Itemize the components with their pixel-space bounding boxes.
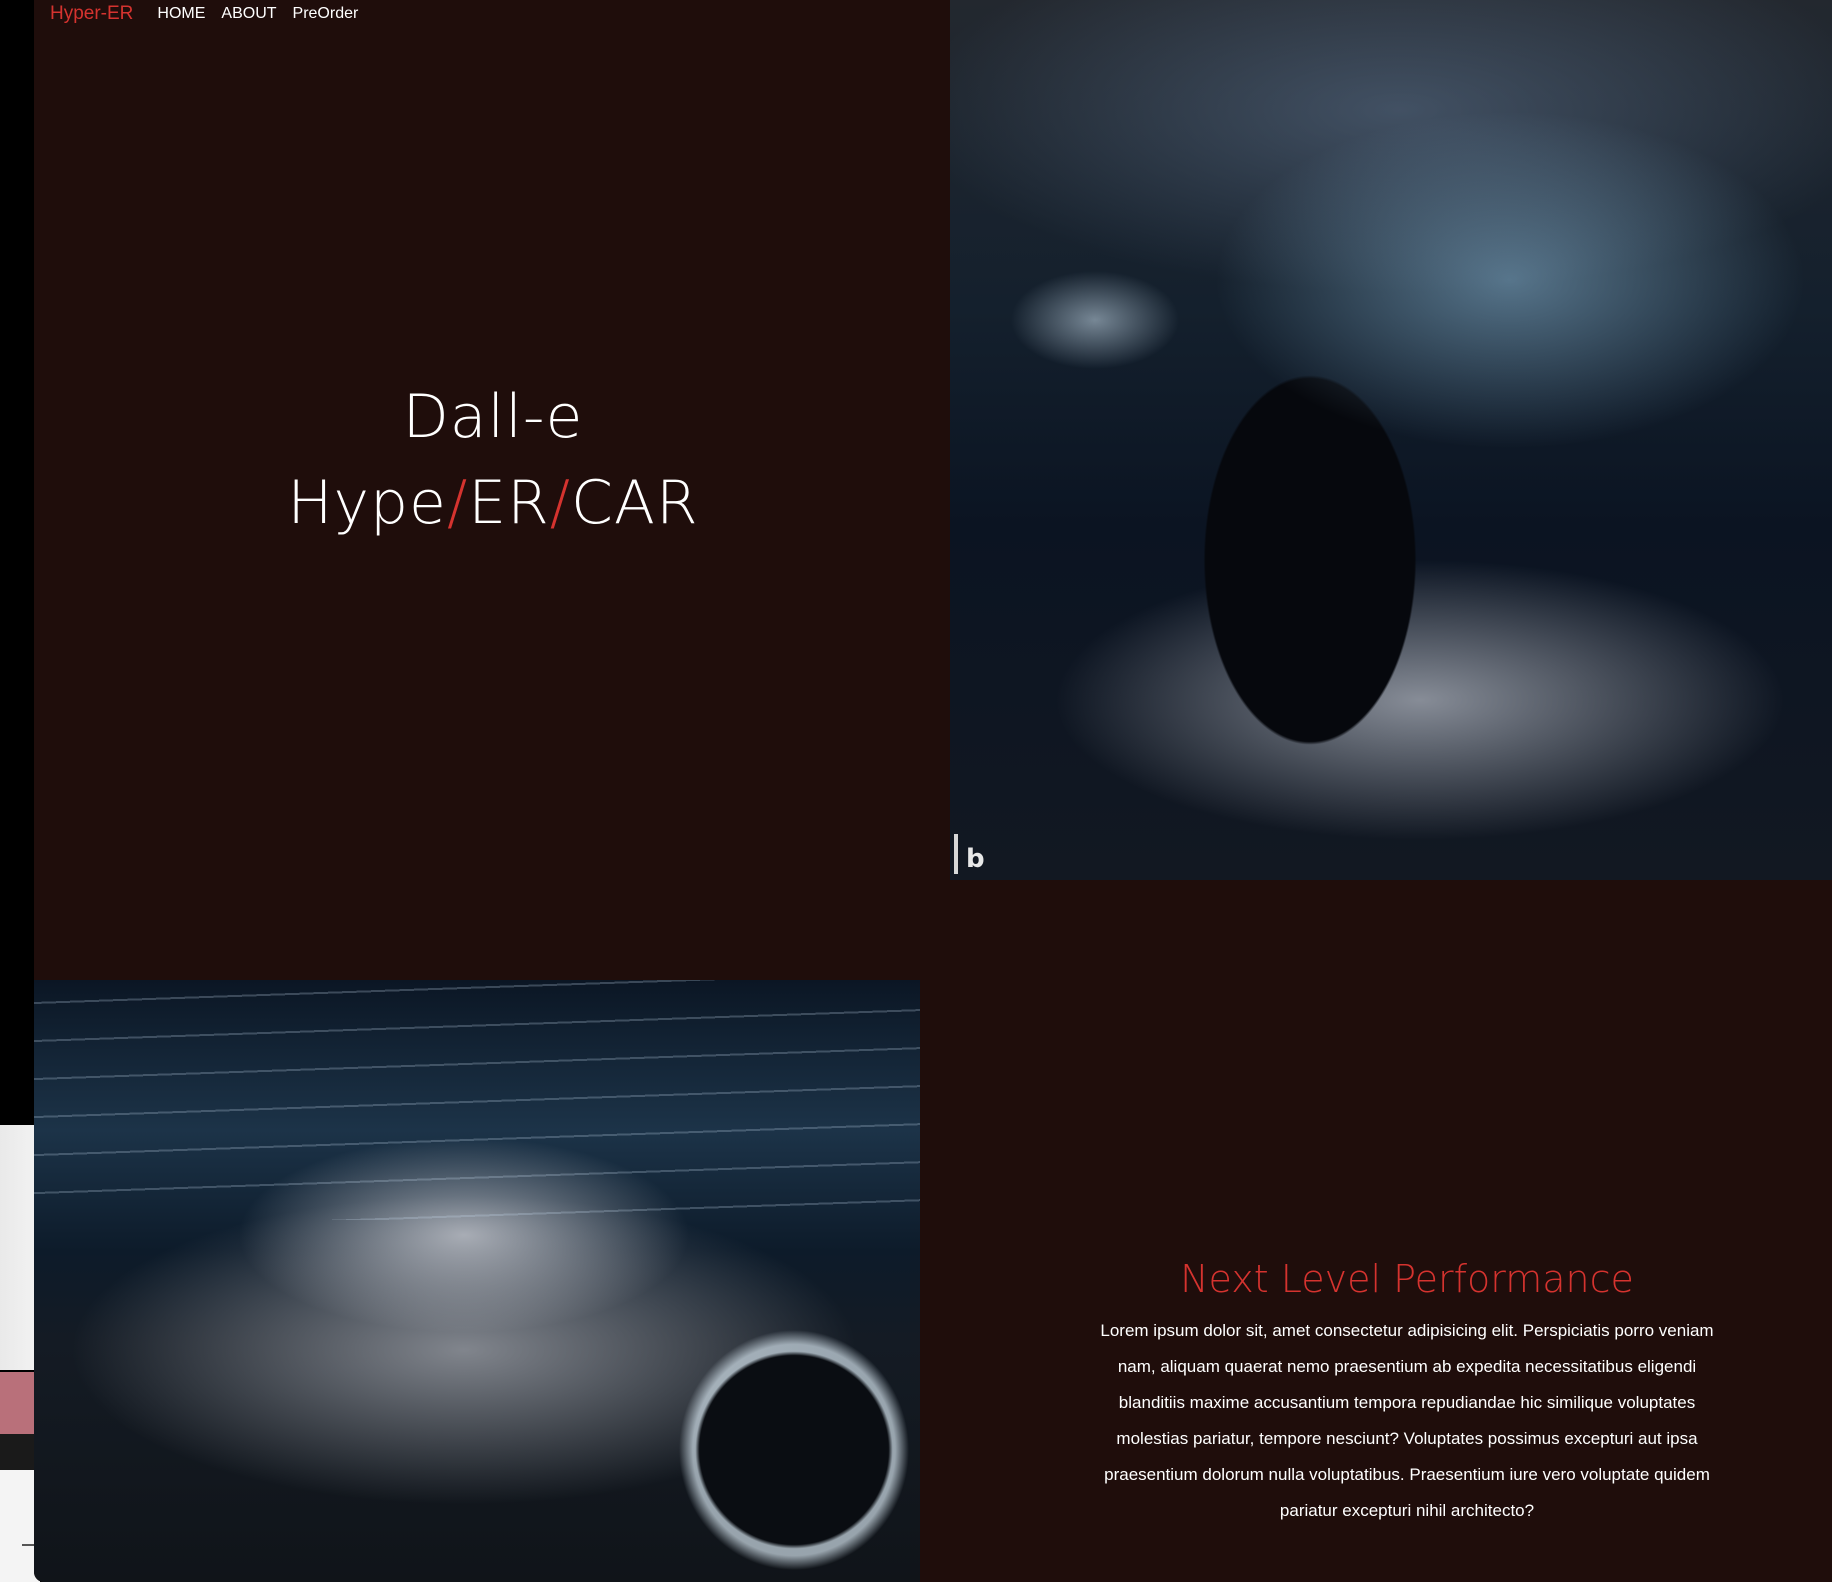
hypercar-image-motion [34, 980, 920, 1582]
performance-heading: Next Level Performance [1180, 1257, 1634, 1301]
hero-title-slash: / [549, 468, 572, 538]
nav-link-about[interactable]: ABOUT [221, 5, 276, 23]
nav-link-home[interactable]: HOME [157, 5, 205, 23]
light-streaks [34, 980, 920, 1220]
hero-title-slash: / [446, 468, 469, 538]
hero-title-part: Hype [287, 468, 447, 538]
brand-logo-link[interactable]: Hyper-ER [50, 3, 133, 25]
top-navigation: Hyper-ER HOME ABOUT PreOrder [50, 2, 358, 26]
image-watermark-bar [954, 834, 958, 874]
bing-icon: b [966, 844, 985, 874]
browser-window: Hyper-ER HOME ABOUT PreOrder Dall-e Hype… [34, 0, 1832, 1582]
hero-title-part: CAR [571, 468, 699, 538]
performance-section: Next Level Performance Lorem ipsum dolor… [1100, 1255, 1714, 1529]
hero-title: Dall-e Hype/ER/CAR [34, 374, 952, 546]
performance-body-text: Lorem ipsum dolor sit, amet consectetur … [1100, 1321, 1714, 1520]
nav-link-preorder[interactable]: PreOrder [293, 5, 359, 23]
hero-title-line1: Dall-e [402, 382, 584, 452]
hypercar-image-showroom: b [950, 0, 1832, 880]
hero-title-line2: Hype/ER/CAR [287, 468, 698, 538]
hero-title-part: ER [468, 468, 550, 538]
